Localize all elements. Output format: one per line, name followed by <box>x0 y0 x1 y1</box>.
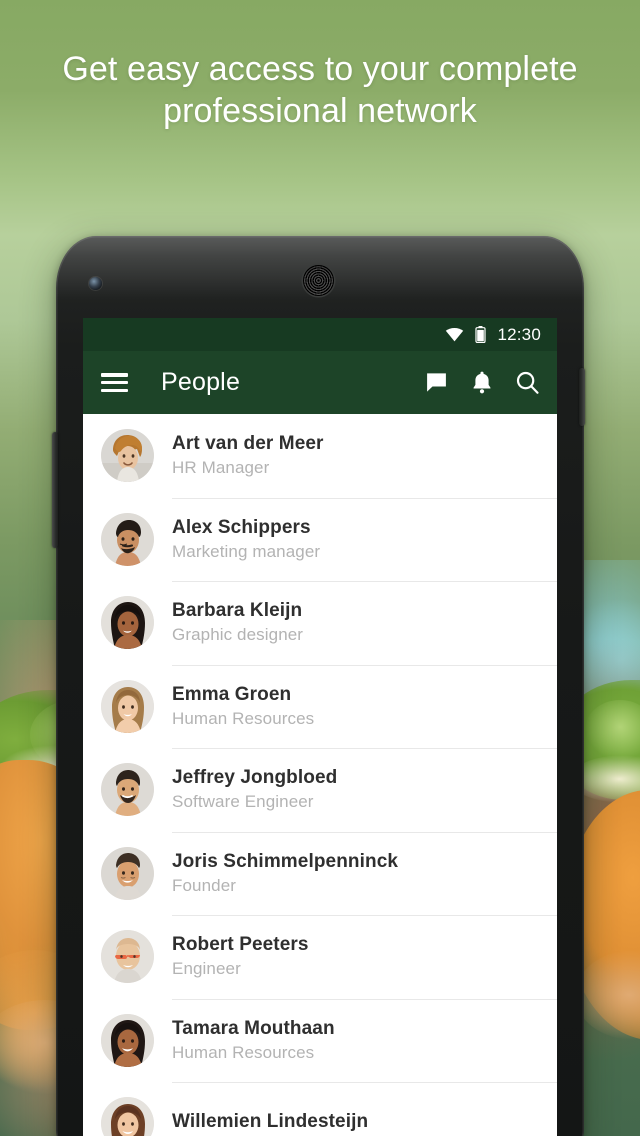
person-name: Emma Groen <box>172 683 292 705</box>
list-item[interactable]: Jeffrey Jongbloed Software Engineer <box>83 748 557 832</box>
list-item[interactable]: Joris Schimmelpenninck Founder <box>83 831 557 915</box>
people-list: Art van der Meer HR Manager Alex Schippe… <box>83 414 557 1136</box>
wifi-icon <box>446 327 464 341</box>
person-name: Alex Schippers <box>172 516 311 538</box>
list-item[interactable]: Alex Schippers Marketing manager <box>83 497 557 581</box>
person-text: Emma Groen Human Resources <box>172 684 314 729</box>
person-text: Barbara Kleijn Graphic designer <box>172 600 303 645</box>
page-title: People <box>161 368 241 396</box>
status-bar: 12:30 <box>83 318 557 351</box>
person-name: Art van der Meer <box>172 433 324 455</box>
person-text: Art van der Meer HR Manager <box>172 433 324 478</box>
bell-icon[interactable] <box>471 370 493 395</box>
person-role: Human Resources <box>172 1042 315 1062</box>
volume-rocker-button[interactable] <box>52 432 58 548</box>
promo-screenshot: Get easy access to your complete profess… <box>0 0 640 1136</box>
person-text: Robert Peeters Engineer <box>172 934 309 979</box>
app-bar: People <box>83 351 557 414</box>
avatar <box>101 512 154 566</box>
person-name: Joris Schimmelpenninck <box>172 850 399 872</box>
person-name: Jeffrey Jongbloed <box>172 767 338 789</box>
avatar <box>101 429 154 483</box>
front-camera-icon <box>89 277 102 290</box>
person-text: Willemien Lindesteijn <box>172 1111 368 1136</box>
avatar <box>101 1013 154 1067</box>
person-role: Human Resources <box>172 708 315 728</box>
person-text: Joris Schimmelpenninck Founder <box>172 851 398 896</box>
person-text: Jeffrey Jongbloed Software Engineer <box>172 767 337 812</box>
person-role: Marketing manager <box>172 541 321 561</box>
app-bar-actions <box>424 370 540 395</box>
person-name: Robert Peeters <box>172 934 309 956</box>
person-role: Software Engineer <box>172 792 314 812</box>
battery-icon <box>475 326 487 343</box>
person-text: Alex Schippers Marketing manager <box>172 517 320 562</box>
list-item[interactable]: Willemien Lindesteijn <box>83 1082 557 1136</box>
avatar <box>101 763 154 817</box>
power-button[interactable] <box>579 368 585 426</box>
avatar <box>101 846 154 900</box>
person-role: Founder <box>172 875 237 895</box>
search-icon[interactable] <box>515 370 540 395</box>
list-item[interactable]: Robert Peeters Engineer <box>83 915 557 999</box>
person-role: Engineer <box>172 959 241 979</box>
avatar <box>101 930 154 984</box>
person-text: Tamara Mouthaan Human Resources <box>172 1018 335 1063</box>
person-role: HR Manager <box>172 458 270 478</box>
earpiece-speaker-icon <box>303 265 334 296</box>
hamburger-bar <box>101 388 128 392</box>
avatar <box>101 596 154 650</box>
person-name: Tamara Mouthaan <box>172 1017 335 1039</box>
status-bar-time: 12:30 <box>497 324 541 344</box>
avatar <box>101 679 154 733</box>
chat-icon[interactable] <box>424 371 449 395</box>
hamburger-menu-icon[interactable] <box>101 373 128 392</box>
person-name: Willemien Lindesteijn <box>172 1111 369 1133</box>
list-item[interactable]: Barbara Kleijn Graphic designer <box>83 581 557 665</box>
list-item[interactable]: Art van der Meer HR Manager <box>83 414 557 498</box>
phone-screen: 12:30 People Art van der Meer HR Manager… <box>83 318 557 1136</box>
promo-headline: Get easy access to your complete profess… <box>62 50 578 130</box>
avatar <box>101 1097 154 1136</box>
hamburger-bar <box>101 373 128 377</box>
person-role: Graphic designer <box>172 625 304 645</box>
list-item[interactable]: Emma Groen Human Resources <box>83 664 557 748</box>
list-item[interactable]: Tamara Mouthaan Human Resources <box>83 998 557 1082</box>
person-name: Barbara Kleijn <box>172 600 303 622</box>
hamburger-bar <box>101 380 128 385</box>
